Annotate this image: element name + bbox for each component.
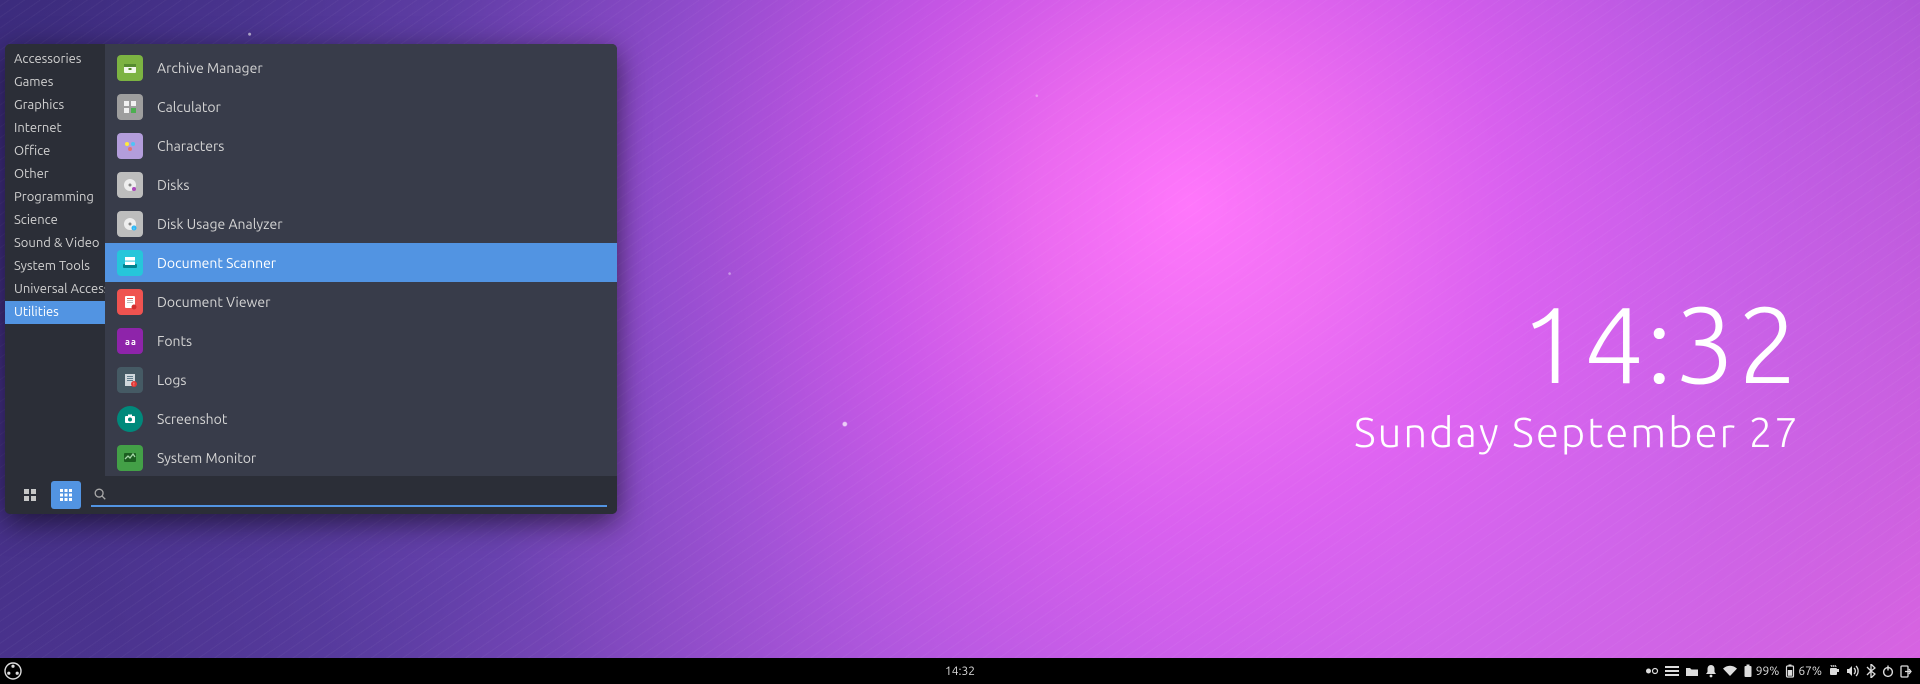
grid-icon: [23, 488, 37, 502]
calculator-icon: [117, 94, 143, 120]
system-monitor-icon: [117, 445, 143, 471]
menu-footer: [5, 476, 617, 514]
menu-search: [91, 483, 607, 507]
application-menu: Accessories Games Graphics Internet Offi…: [5, 44, 617, 514]
search-icon: [93, 487, 107, 501]
panel-clock[interactable]: 14:32: [945, 665, 975, 678]
category-item-utilities[interactable]: Utilities: [5, 301, 105, 324]
tray-power-button[interactable]: [1882, 665, 1894, 678]
app-item-label: Document Viewer: [157, 294, 270, 310]
svg-text:i: i: [134, 225, 135, 230]
menu-category-list: Accessories Games Graphics Internet Offi…: [5, 44, 105, 476]
wifi-icon: [1723, 665, 1737, 677]
fonts-icon: aa: [117, 328, 143, 354]
circles-icon: [1645, 666, 1659, 676]
tray-volume-button[interactable]: [1846, 665, 1860, 677]
menu-search-input[interactable]: [113, 486, 607, 502]
menu-app-scroll[interactable]: Archive Manager Calculator Characters: [105, 44, 617, 476]
hamburger-icon: [1665, 665, 1679, 677]
logout-icon: [1900, 665, 1912, 678]
scanner-icon: [117, 250, 143, 276]
archive-icon: [117, 55, 143, 81]
disks-icon: [117, 172, 143, 198]
menu-app-list: Archive Manager Calculator Characters: [105, 44, 617, 476]
bell-icon: [1705, 664, 1717, 678]
app-item-label: System Monitor: [157, 450, 256, 466]
tray-menu-button[interactable]: [1665, 665, 1679, 677]
battery-icon: [1743, 664, 1753, 678]
desktop-clock-date: Sunday September 27: [1354, 408, 1800, 455]
tray-battery2[interactable]: 67%: [1785, 664, 1822, 678]
category-item-other[interactable]: Other: [5, 163, 105, 186]
app-item-disks[interactable]: Disks: [105, 165, 617, 204]
app-item-label: Archive Manager: [157, 60, 263, 76]
panel-launcher-button[interactable]: [0, 662, 26, 680]
document-viewer-icon: [117, 289, 143, 315]
grid-small-icon: [59, 488, 73, 502]
tray-indicator-dot[interactable]: [1645, 666, 1659, 676]
panel-system-tray: 99% 67%: [1645, 664, 1920, 678]
app-item-label: Fonts: [157, 333, 192, 349]
tray-caffeine-button[interactable]: [1828, 664, 1840, 678]
tray-notifications-button[interactable]: [1705, 664, 1717, 678]
svg-text:a: a: [125, 337, 130, 347]
folder-icon: [1685, 665, 1699, 677]
app-item-characters[interactable]: Characters: [105, 126, 617, 165]
category-item-universal-access[interactable]: Universal Access: [5, 278, 105, 301]
app-item-document-scanner[interactable]: Document Scanner: [105, 243, 617, 282]
app-item-label: Document Scanner: [157, 255, 276, 271]
app-item-archive-manager[interactable]: Archive Manager: [105, 48, 617, 87]
app-item-screenshot[interactable]: Screenshot: [105, 399, 617, 438]
app-item-system-monitor[interactable]: System Monitor: [105, 438, 617, 476]
tray-bluetooth-button[interactable]: [1866, 664, 1876, 678]
app-item-label: Screenshot: [157, 411, 227, 427]
app-item-logs[interactable]: ! Logs: [105, 360, 617, 399]
app-item-disk-usage-analyzer[interactable]: i Disk Usage Analyzer: [105, 204, 617, 243]
category-item-internet[interactable]: Internet: [5, 117, 105, 140]
app-item-label: Disk Usage Analyzer: [157, 216, 283, 232]
volume-icon: [1846, 665, 1860, 677]
category-item-programming[interactable]: Programming: [5, 186, 105, 209]
category-item-office[interactable]: Office: [5, 140, 105, 163]
svg-text:a: a: [131, 337, 136, 347]
app-item-document-viewer[interactable]: Document Viewer: [105, 282, 617, 321]
desktop-clock-widget: 14:32 Sunday September 27: [1354, 290, 1800, 455]
app-item-label: Logs: [157, 372, 186, 388]
category-item-accessories[interactable]: Accessories: [5, 48, 105, 71]
category-item-science[interactable]: Science: [5, 209, 105, 232]
disk-usage-icon: i: [117, 211, 143, 237]
tray-network-button[interactable]: [1723, 665, 1737, 677]
category-item-system-tools[interactable]: System Tools: [5, 255, 105, 278]
bluetooth-icon: [1866, 664, 1876, 678]
app-item-calculator[interactable]: Calculator: [105, 87, 617, 126]
cup-icon: [1828, 664, 1840, 678]
app-item-fonts[interactable]: aa Fonts: [105, 321, 617, 360]
power-icon: [1882, 665, 1894, 678]
screenshot-icon: [117, 406, 143, 432]
category-item-sound-video[interactable]: Sound & Video: [5, 232, 105, 255]
tray-places-button[interactable]: [1685, 665, 1699, 677]
view-toggle-grid[interactable]: [15, 481, 45, 509]
desktop-clock-time: 14:32: [1354, 290, 1800, 398]
logs-icon: !: [117, 367, 143, 393]
category-item-games[interactable]: Games: [5, 71, 105, 94]
tray-battery1[interactable]: 99%: [1743, 664, 1780, 678]
bottom-panel: 14:32 99% 67%: [0, 658, 1920, 684]
app-item-label: Calculator: [157, 99, 221, 115]
app-item-label: Characters: [157, 138, 224, 154]
category-item-graphics[interactable]: Graphics: [5, 94, 105, 117]
ubuntu-budgie-logo-icon: [4, 662, 22, 680]
svg-text:!: !: [133, 381, 134, 387]
characters-icon: [117, 133, 143, 159]
tray-session-button[interactable]: [1900, 665, 1912, 678]
battery-icon: [1785, 664, 1795, 678]
view-toggle-list[interactable]: [51, 481, 81, 509]
app-item-label: Disks: [157, 177, 190, 193]
